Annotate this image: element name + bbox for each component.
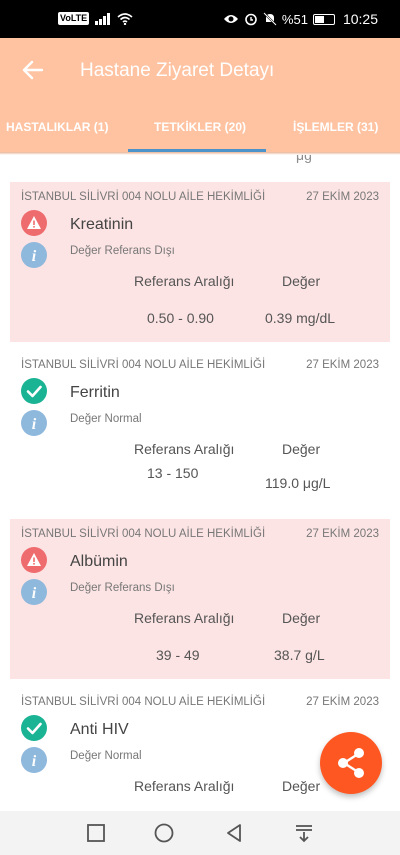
tab-hastaliklar[interactable]: HASTALIKLAR (1) — [6, 120, 108, 134]
svg-text:i: i — [32, 585, 37, 602]
test-card-kreatinin[interactable]: İSTANBUL SİLİVRİ 004 NOLU AİLE HEKİMLİĞİ… — [10, 182, 390, 342]
svg-text:i: i — [32, 753, 37, 770]
wifi-icon — [117, 12, 133, 25]
check-icon — [21, 715, 47, 741]
clock: 10:25 — [342, 11, 378, 27]
visit-date: 27 EKİM 2023 — [306, 359, 379, 371]
value-status: Değer Referans Dışı — [70, 245, 175, 257]
tab-islemler[interactable]: İŞLEMLER (31) — [293, 120, 378, 134]
previous-card-unit: μg — [296, 155, 312, 163]
notification-pull-icon[interactable] — [292, 821, 316, 845]
status-left: VoLTE — [58, 12, 133, 25]
value-status: Değer Referans Dışı — [70, 582, 175, 594]
svg-text:i: i — [32, 248, 37, 265]
tab-bar: HASTALIKLAR (1) TETKİKLER (20) İŞLEMLER … — [0, 104, 400, 152]
back-triangle-icon[interactable] — [222, 821, 246, 845]
hospital-name: İSTANBUL SİLİVRİ 004 NOLU AİLE HEKİMLİĞİ — [21, 191, 266, 203]
test-name: Anti HIV — [70, 721, 129, 738]
volte-badge: VoLTE — [58, 12, 90, 25]
status-bar: VoLTE %51 10:25 — [0, 0, 400, 38]
battery-percent: %51 — [281, 11, 308, 27]
recents-square-icon[interactable] — [84, 821, 108, 845]
system-nav-bar — [0, 811, 400, 855]
result-value: 0.39 mg/dL — [265, 310, 336, 326]
reference-range: 13 - 150 — [147, 465, 199, 481]
reference-range-header: Referans Aralığı — [134, 441, 235, 457]
svg-text:i: i — [32, 416, 37, 433]
reference-range: 39 - 49 — [156, 647, 200, 663]
app-bar: Hastane Ziyaret Detayı — [0, 38, 400, 104]
info-icon[interactable]: i — [21, 242, 47, 268]
info-icon[interactable]: i — [21, 747, 47, 773]
battery-icon — [312, 13, 335, 25]
home-circle-icon[interactable] — [152, 821, 176, 845]
info-icon[interactable]: i — [21, 579, 47, 605]
arrow-left-icon[interactable] — [20, 57, 46, 83]
reference-range-header: Referans Aralığı — [134, 273, 235, 289]
result-value: 38.7 g/L — [274, 647, 325, 663]
test-card-ferritin[interactable]: İSTANBUL SİLİVRİ 004 NOLU AİLE HEKİMLİĞİ… — [10, 350, 390, 510]
mute-icon — [263, 12, 277, 26]
tests-list[interactable]: μg İSTANBUL SİLİVRİ 004 NOLU AİLE HEKİML… — [0, 155, 400, 811]
battery-fill — [314, 15, 324, 23]
value-status: Değer Normal — [70, 413, 142, 425]
test-card-albumin[interactable]: İSTANBUL SİLİVRİ 004 NOLU AİLE HEKİMLİĞİ… — [10, 519, 390, 679]
visit-date: 27 EKİM 2023 — [306, 528, 379, 540]
reference-range-header: Referans Aralığı — [134, 610, 235, 626]
signal-icon — [95, 12, 111, 25]
value-status: Değer Normal — [70, 750, 142, 762]
hospital-name: İSTANBUL SİLİVRİ 004 NOLU AİLE HEKİMLİĞİ — [21, 359, 266, 371]
test-name: Ferritin — [70, 384, 120, 401]
hospital-name: İSTANBUL SİLİVRİ 004 NOLU AİLE HEKİMLİĞİ — [21, 696, 266, 708]
reference-range: 0.50 - 0.90 — [147, 310, 214, 326]
reference-range-header: Referans Aralığı — [134, 778, 235, 794]
visit-date: 27 EKİM 2023 — [306, 191, 379, 203]
test-name: Albümin — [70, 553, 128, 570]
share-icon — [338, 748, 364, 778]
info-icon[interactable]: i — [21, 410, 47, 436]
share-button[interactable] — [320, 732, 382, 794]
value-header: Değer — [282, 441, 321, 457]
value-header: Değer — [282, 610, 321, 626]
warning-triangle-icon — [21, 210, 47, 236]
hospital-name: İSTANBUL SİLİVRİ 004 NOLU AİLE HEKİMLİĞİ — [21, 528, 266, 540]
test-name: Kreatinin — [70, 216, 134, 233]
tab-tetkikler[interactable]: TETKİKLER (20) — [154, 120, 246, 134]
warning-triangle-icon — [21, 547, 47, 573]
alarm-icon — [245, 13, 257, 26]
result-value: 119.0 μg/L — [265, 475, 331, 491]
value-header: Değer — [282, 273, 321, 289]
eye-icon — [223, 15, 238, 23]
value-header: Değer — [282, 778, 321, 794]
status-right: %51 10:25 — [223, 11, 378, 27]
check-icon — [21, 378, 47, 404]
visit-date: 27 EKİM 2023 — [306, 696, 379, 708]
page-title: Hastane Ziyaret Detayı — [80, 60, 275, 81]
